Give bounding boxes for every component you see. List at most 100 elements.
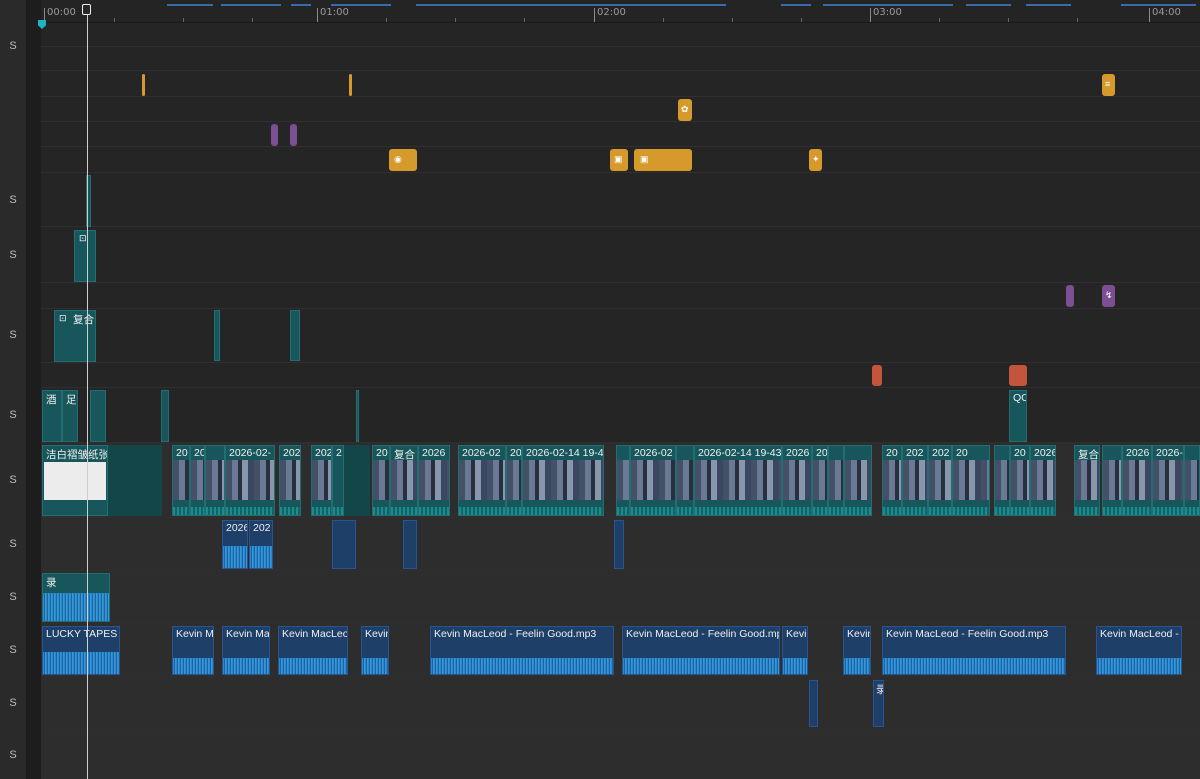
video-clip[interactable] xyxy=(844,445,872,516)
video-clip[interactable]: 复合 xyxy=(390,445,418,516)
overlay-clip[interactable] xyxy=(214,310,220,361)
track-label[interactable]: S xyxy=(0,194,26,206)
video-clip[interactable]: 2026 xyxy=(1030,445,1056,516)
transition-clip[interactable] xyxy=(290,124,297,146)
video-clip[interactable] xyxy=(828,445,844,516)
effect-clip[interactable]: ≡ xyxy=(1102,74,1115,96)
video-clip[interactable]: 202 xyxy=(311,445,332,516)
audio-clip[interactable]: Kevin MacLeod - Feelin Good.mp3 xyxy=(430,626,614,675)
video-clip[interactable]: 202 xyxy=(928,445,952,516)
video-clip[interactable]: 20 xyxy=(372,445,390,516)
video-clip[interactable] xyxy=(205,445,225,516)
time-ruler[interactable]: 00:00 01:00 02:00 03:00 04:00 xyxy=(41,0,1200,23)
video-clip[interactable] xyxy=(676,445,694,516)
audio-clip[interactable]: LUCKY TAPES - I xyxy=(42,626,120,675)
track-header-column: S S S S S S S S S S S xyxy=(0,0,27,779)
audio-clip[interactable]: Kevin xyxy=(361,626,389,675)
video-clip[interactable]: 2026 xyxy=(222,520,248,569)
audio-effect-clip[interactable] xyxy=(872,365,882,386)
audio-clip[interactable]: Kevin MacLeod - Feelin Good.mp3 xyxy=(882,626,1066,675)
overlay-clip[interactable]: 足 xyxy=(62,390,78,442)
overlay-clip[interactable]: QC xyxy=(1009,390,1027,442)
transition-clip[interactable]: ↯ xyxy=(1102,285,1115,307)
video-clip[interactable]: 2026-02 xyxy=(458,445,506,516)
video-clip[interactable]: 20 xyxy=(882,445,902,516)
video-clip[interactable]: 202 xyxy=(249,520,273,569)
sticker-clip[interactable]: ◉ xyxy=(389,149,417,171)
ruler-label: 02:00 xyxy=(597,7,626,18)
video-clip[interactable]: 2026 xyxy=(418,445,450,516)
sound-effect-clip[interactable] xyxy=(809,680,818,727)
text-icon: ⊡ xyxy=(79,233,87,243)
audio-clip[interactable]: Kevin MacLeod xyxy=(278,626,348,675)
effect-icon: ≡ xyxy=(1105,79,1111,89)
video-clip[interactable] xyxy=(994,445,1010,516)
overlay-clip[interactable] xyxy=(356,390,359,442)
track-label[interactable]: S xyxy=(0,329,26,341)
video-clip[interactable]: 20 xyxy=(1010,445,1030,516)
video-clip[interactable]: 20 xyxy=(812,445,828,516)
video-clip[interactable]: 202 xyxy=(902,445,928,516)
audio-clip[interactable]: Kevin MacLeod - Feelin Good.mp3 xyxy=(622,626,780,675)
video-clip[interactable]: 20 xyxy=(952,445,990,516)
sticker-clip[interactable]: ▣ xyxy=(610,149,628,171)
track-label[interactable]: S xyxy=(0,409,26,421)
compound-clip[interactable]: 复合 ⊡ xyxy=(54,310,96,362)
audio-effect-clip[interactable] xyxy=(1009,365,1027,386)
track-label[interactable]: S xyxy=(0,749,26,761)
video-clip[interactable]: 2026-02-14 19-43 xyxy=(694,445,782,516)
track-label[interactable]: S xyxy=(0,697,26,709)
video-clip[interactable] xyxy=(332,520,356,569)
track-label[interactable]: S xyxy=(0,538,26,550)
transition-clip[interactable] xyxy=(271,124,278,146)
overlay-clip[interactable] xyxy=(290,310,300,361)
track-label[interactable]: S xyxy=(0,474,26,486)
video-clip[interactable] xyxy=(616,445,630,516)
video-clip[interactable]: 2026-02 xyxy=(630,445,676,516)
audio-clip[interactable]: Kevin xyxy=(782,626,808,675)
effect-clip[interactable] xyxy=(142,74,145,96)
track-label[interactable]: S xyxy=(0,644,26,656)
video-clip[interactable] xyxy=(1184,445,1200,516)
track-label[interactable]: S xyxy=(0,249,26,261)
track-label[interactable]: S xyxy=(0,591,26,603)
playhead-handle[interactable] xyxy=(82,4,91,15)
audio-clip[interactable]: Kevin Ma xyxy=(222,626,270,675)
overlay-clip[interactable]: 酒 xyxy=(42,390,62,442)
video-clip[interactable]: 2026-02-14 19-4 xyxy=(522,445,604,516)
video-clip[interactable]: 20 xyxy=(506,445,522,516)
transition-clip[interactable] xyxy=(1066,285,1074,307)
video-clip[interactable] xyxy=(108,445,162,516)
video-clip[interactable]: 2026- xyxy=(1152,445,1184,516)
overlay-clip[interactable] xyxy=(90,390,106,442)
track-label[interactable]: S xyxy=(0,40,26,52)
video-clip[interactable]: 20 xyxy=(190,445,205,516)
audio-clip[interactable]: 录 xyxy=(42,573,110,622)
video-clip[interactable]: 2026 xyxy=(782,445,812,516)
video-clip[interactable]: 复合 xyxy=(1074,445,1100,516)
audio-clip[interactable]: Kevin M xyxy=(172,626,214,675)
video-clip[interactable] xyxy=(1102,445,1122,516)
video-clip[interactable]: 202 xyxy=(279,445,301,516)
playhead-line[interactable] xyxy=(87,14,88,779)
effect-clip[interactable] xyxy=(349,74,352,96)
video-clip[interactable]: 2 xyxy=(332,445,344,516)
video-clip[interactable]: 20 xyxy=(172,445,190,516)
sticker-clip[interactable]: ✦ xyxy=(809,149,822,171)
clip-label: 202 xyxy=(253,522,271,534)
video-clip[interactable] xyxy=(344,445,370,516)
overlay-clip[interactable] xyxy=(161,390,169,442)
text-clip[interactable]: ⊡ xyxy=(74,230,96,282)
clip-label: Kevin MacLeod - Feelin Good.mp3 xyxy=(886,628,1049,640)
sound-effect-clip[interactable]: 录 xyxy=(873,680,884,727)
video-clip[interactable]: 洁白褶皱纸张 xyxy=(42,445,108,516)
video-clip[interactable]: 2026 xyxy=(1122,445,1152,516)
video-clip[interactable] xyxy=(614,520,624,569)
sticker-clip[interactable]: ✿ xyxy=(678,99,692,121)
sticker-clip[interactable]: ▣ xyxy=(634,149,692,171)
video-clip[interactable]: 2026-02- xyxy=(225,445,275,516)
audio-clip[interactable]: Kevin MacLeod - F xyxy=(1096,626,1182,675)
video-clip[interactable] xyxy=(403,520,417,569)
audio-clip[interactable]: Kevin xyxy=(843,626,871,675)
ruler-tick xyxy=(44,8,45,22)
